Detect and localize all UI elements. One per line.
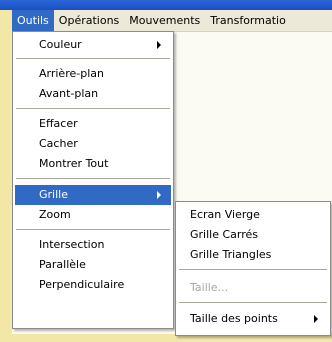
menu-item-grille-carres[interactable]: Grille Carrés (178, 225, 328, 245)
menu-item-effacer[interactable]: Effacer (15, 114, 171, 134)
submenu-arrow-icon (157, 41, 161, 49)
menu-item-perpendiculaire[interactable]: Perpendiculaire (15, 275, 171, 295)
menu-separator (16, 58, 170, 59)
title-bar (0, 0, 332, 10)
menu-item-grille-triangles[interactable]: Grille Triangles (178, 245, 328, 265)
menu-mouvements[interactable]: Mouvements (124, 10, 205, 31)
menu-separator (16, 229, 170, 230)
menu-item-ecran-vierge[interactable]: Ecran Vierge (178, 205, 328, 225)
menu-item-grille[interactable]: Grille (15, 185, 171, 205)
menu-item-couleur[interactable]: Couleur (15, 35, 171, 55)
background-strip (0, 0, 12, 342)
menu-item-parallele[interactable]: Parallèle (15, 255, 171, 275)
menu-item-label: Grille (39, 188, 68, 201)
menu-separator (16, 178, 170, 179)
menu-transformations[interactable]: Transformatio (205, 10, 291, 31)
menu-item-taille-des-points[interactable]: Taille des points (178, 309, 328, 329)
grille-submenu: Ecran Vierge Grille Carrés Grille Triang… (175, 201, 331, 336)
menu-separator (16, 108, 170, 109)
menu-item-zoom[interactable]: Zoom (15, 205, 171, 225)
menu-outils[interactable]: Outils (12, 10, 54, 31)
menu-item-cacher[interactable]: Cacher (15, 134, 171, 154)
menu-item-label: Couleur (39, 38, 82, 51)
menu-separator (179, 302, 327, 303)
outils-dropdown: Couleur Arrière-plan Avant-plan Effacer … (12, 31, 174, 329)
menu-item-arriere-plan[interactable]: Arrière-plan (15, 64, 171, 84)
menu-item-label: Taille des points (190, 312, 278, 325)
menu-item-taille: Taille... (190, 281, 229, 294)
menu-item-avant-plan[interactable]: Avant-plan (15, 84, 171, 104)
submenu-arrow-icon (314, 315, 318, 323)
menu-bar: Outils Opérations Mouvements Transformat… (12, 10, 332, 32)
menu-separator (179, 269, 327, 270)
menu-item-montrer-tout[interactable]: Montrer Tout (15, 154, 171, 174)
menu-operations[interactable]: Opérations (54, 10, 124, 31)
menu-item-intersection[interactable]: Intersection (15, 235, 171, 255)
submenu-arrow-icon (157, 191, 161, 199)
